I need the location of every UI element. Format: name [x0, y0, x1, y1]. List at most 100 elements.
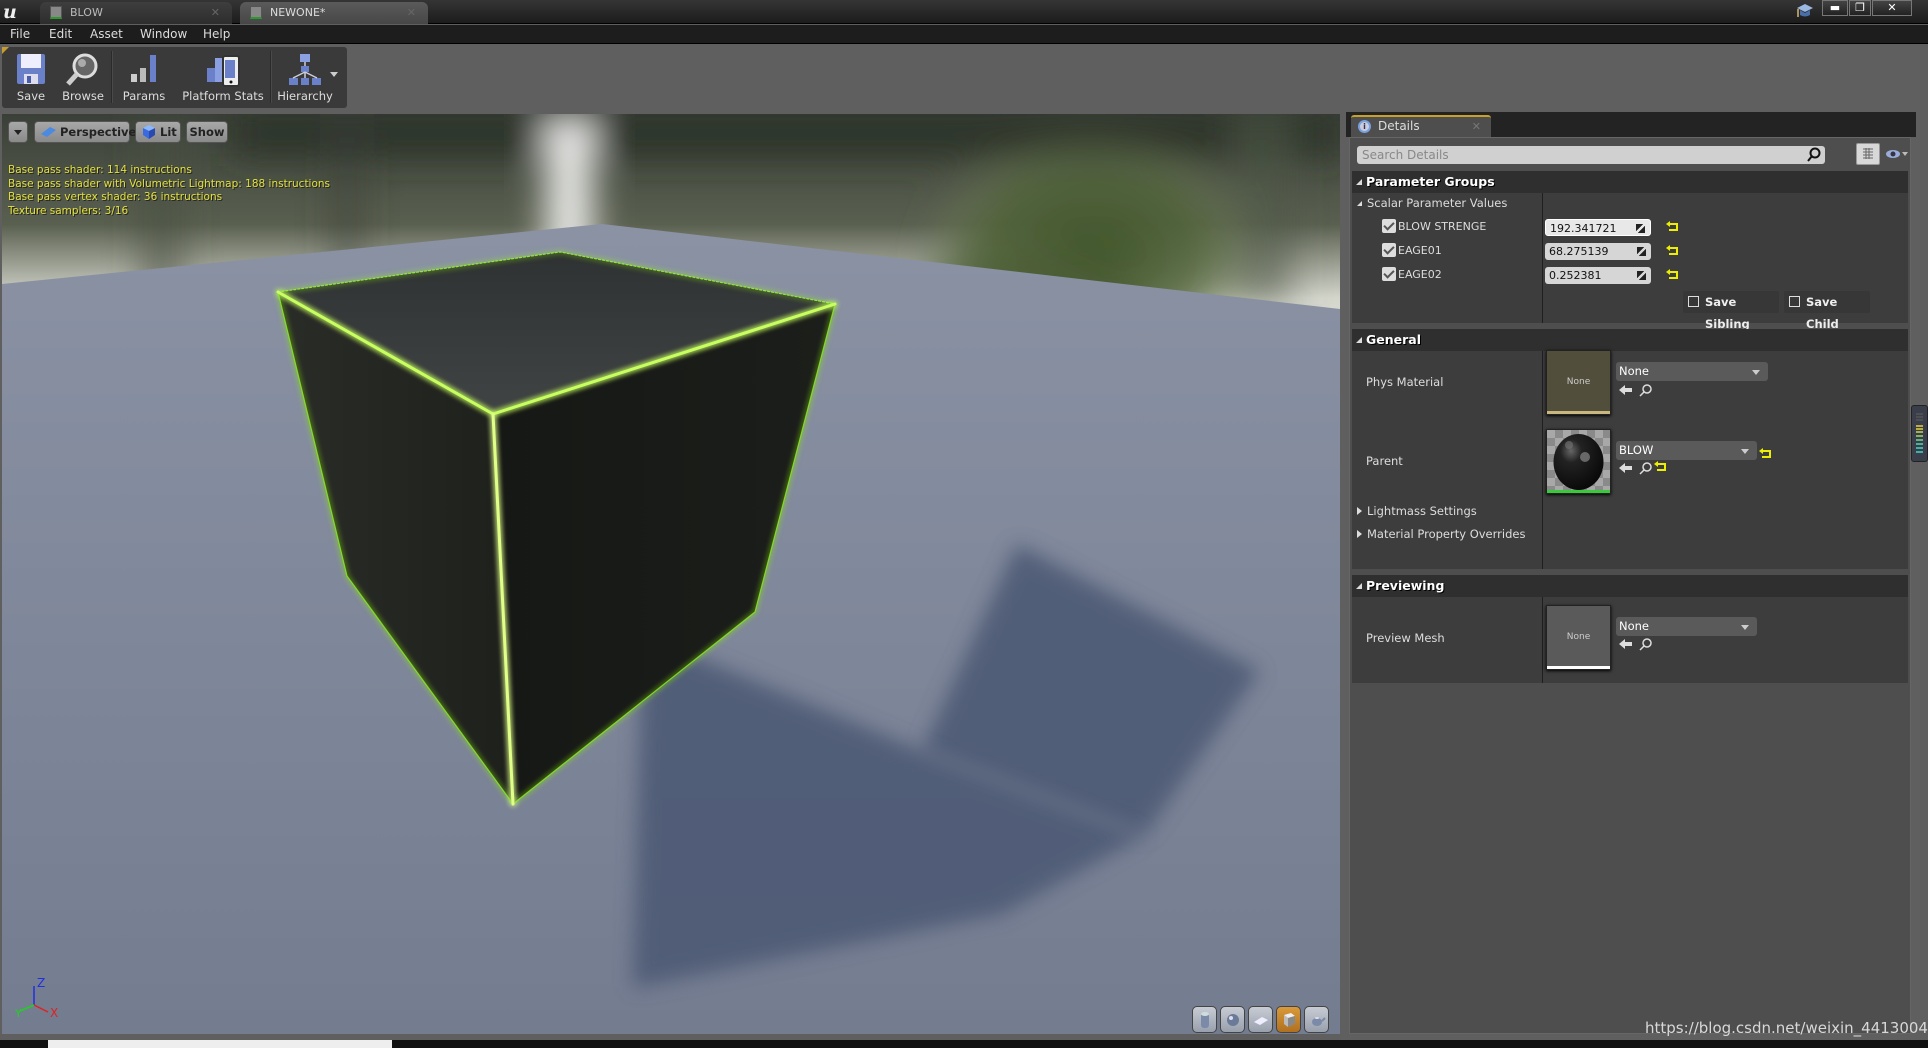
view-mode-button[interactable]: Perspective	[34, 121, 136, 143]
plane-icon	[1254, 1017, 1268, 1025]
details-body: Search Details Parameter Groups Scalar P…	[1349, 137, 1911, 1034]
viewport-options-button[interactable]	[8, 121, 28, 143]
restore-button[interactable]: ❐	[1849, 0, 1871, 16]
param-enable-checkbox[interactable]	[1382, 219, 1396, 233]
param-enable-checkbox[interactable]	[1382, 243, 1396, 257]
browse-asset-icon[interactable]	[1639, 462, 1652, 475]
column-divider	[1542, 351, 1543, 569]
reset-to-default-icon[interactable]	[1666, 245, 1678, 255]
details-tab[interactable]: i Details ✕	[1351, 115, 1491, 137]
preview-cube-button[interactable]	[1276, 1006, 1301, 1033]
parent-label: Parent	[1366, 454, 1403, 468]
reset-to-default-icon[interactable]	[1654, 461, 1666, 471]
preview-viewport[interactable]: Perspective Lit Show Base pass shader: 1…	[2, 114, 1340, 1034]
view-mode-label: Perspective	[60, 125, 137, 139]
perspective-icon	[41, 127, 56, 137]
parameter-groups-header[interactable]: Parameter Groups	[1352, 171, 1908, 193]
show-flags-button[interactable]: Show	[186, 121, 228, 143]
hierarchy-dropdown-arrow-icon[interactable]	[330, 72, 338, 77]
parent-combo[interactable]: BLOW	[1616, 441, 1757, 460]
cylinder-icon	[1201, 1012, 1209, 1028]
params-button[interactable]: Params	[118, 49, 170, 107]
axis-y-label: Y	[14, 1007, 22, 1020]
preview-cylinder-button[interactable]	[1192, 1006, 1217, 1033]
phys-material-thumbnail[interactable]: None	[1546, 350, 1611, 415]
tutorial-cap-icon[interactable]	[1796, 3, 1814, 19]
use-selected-arrow-icon[interactable]	[1619, 463, 1632, 473]
shader-stats: Base pass shader: 114 instructions Base …	[8, 164, 330, 218]
menu-help[interactable]: Help	[203, 27, 230, 41]
platform-stats-icon	[207, 55, 240, 87]
lit-cube-icon	[143, 125, 155, 139]
save-child-button[interactable]: Save Child	[1784, 291, 1870, 331]
drag-handle-icon[interactable]	[1636, 224, 1645, 233]
general-header[interactable]: General	[1352, 329, 1908, 351]
drag-handle-icon[interactable]	[1637, 271, 1646, 280]
toolbar-separator	[270, 51, 272, 103]
menu-asset[interactable]: Asset	[90, 27, 123, 41]
toolbar: Save Browse Params Platform Stats Hierar…	[2, 47, 347, 108]
param-value-input[interactable]: 192.341721	[1545, 219, 1651, 236]
scalar-parameter-values-header[interactable]: Scalar Parameter Values	[1357, 196, 1507, 210]
save-sibling-button[interactable]: Save Sibling	[1683, 291, 1779, 331]
menu-edit[interactable]: Edit	[49, 27, 72, 41]
save-child-icon	[1789, 296, 1800, 307]
preview-teapot-button[interactable]	[1304, 1006, 1329, 1033]
minimize-button[interactable]: ▬	[1822, 0, 1848, 16]
lightmass-settings-row[interactable]: Lightmass Settings	[1357, 504, 1477, 518]
browse-button[interactable]: Browse	[58, 49, 108, 107]
preview-shape-selector	[1192, 1006, 1332, 1033]
details-tab-bar: i Details ✕	[1346, 112, 1916, 137]
preview-mesh-combo[interactable]: None	[1616, 617, 1757, 636]
previewing-header[interactable]: Previewing	[1352, 575, 1908, 597]
drag-handle-icon[interactable]	[1637, 247, 1646, 256]
parent-material-thumbnail[interactable]	[1546, 429, 1611, 494]
visibility-options-icon[interactable]	[1886, 148, 1908, 160]
chevron-down-icon	[14, 130, 22, 135]
close-window-button[interactable]: ✕	[1872, 0, 1912, 16]
browse-asset-icon[interactable]	[1639, 638, 1652, 651]
browse-asset-icon[interactable]	[1639, 384, 1652, 397]
reset-to-default-icon[interactable]	[1666, 269, 1678, 279]
material-property-overrides-row[interactable]: Material Property Overrides	[1357, 527, 1525, 541]
tab-newone[interactable]: NEWONE* ✕	[240, 2, 428, 24]
volume-meter-widget[interactable]	[1911, 405, 1928, 462]
reset-to-default-icon[interactable]	[1759, 448, 1771, 458]
close-tab-icon[interactable]: ✕	[407, 2, 416, 24]
param-name: EAGE02	[1398, 268, 1442, 281]
param-value-input[interactable]: 0.252381	[1545, 267, 1651, 284]
asset-type-bar	[1547, 666, 1610, 669]
lighting-mode-button[interactable]: Lit	[135, 121, 181, 143]
property-matrix-button[interactable]	[1856, 143, 1880, 165]
platform-stats-button[interactable]: Platform Stats	[180, 49, 266, 107]
use-selected-arrow-icon[interactable]	[1619, 385, 1632, 395]
hierarchy-button[interactable]: Hierarchy	[276, 49, 334, 107]
close-tab-icon[interactable]: ✕	[211, 2, 220, 24]
save-button[interactable]: Save	[6, 49, 56, 107]
teapot-icon	[1312, 1017, 1326, 1026]
param-enable-checkbox[interactable]	[1382, 267, 1396, 281]
menu-window[interactable]: Window	[140, 27, 187, 41]
lighting-mode-label: Lit	[160, 125, 177, 139]
use-selected-arrow-icon[interactable]	[1619, 639, 1632, 649]
taskbar-window-strip[interactable]	[48, 1040, 392, 1048]
param-value-input[interactable]: 68.275139	[1545, 243, 1651, 260]
reset-to-default-icon[interactable]	[1666, 221, 1678, 231]
preview-mesh-thumbnail[interactable]: None	[1546, 605, 1611, 670]
floppy-disk-icon	[17, 54, 45, 84]
close-tab-icon[interactable]: ✕	[1472, 117, 1481, 136]
stat-line: Texture samplers: 3/16	[8, 204, 129, 217]
save-sibling-icon	[1688, 296, 1699, 307]
param-name: EAGE01	[1398, 244, 1442, 257]
menu-file[interactable]: File	[10, 27, 30, 41]
cube-icon	[1284, 1013, 1295, 1027]
search-details-input[interactable]: Search Details	[1357, 146, 1825, 164]
parameter-groups-section: Parameter Groups Scalar Parameter Values…	[1352, 171, 1908, 331]
tab-blow[interactable]: BLOW ✕	[40, 2, 232, 24]
stat-line: Base pass shader with Volumetric Lightma…	[8, 177, 331, 190]
general-section: General Phys Material None None Parent B…	[1352, 329, 1908, 569]
preview-sphere-button[interactable]	[1220, 1006, 1245, 1033]
info-icon: i	[1358, 120, 1371, 133]
phys-material-combo[interactable]: None	[1616, 362, 1768, 381]
preview-plane-button[interactable]	[1248, 1006, 1273, 1033]
